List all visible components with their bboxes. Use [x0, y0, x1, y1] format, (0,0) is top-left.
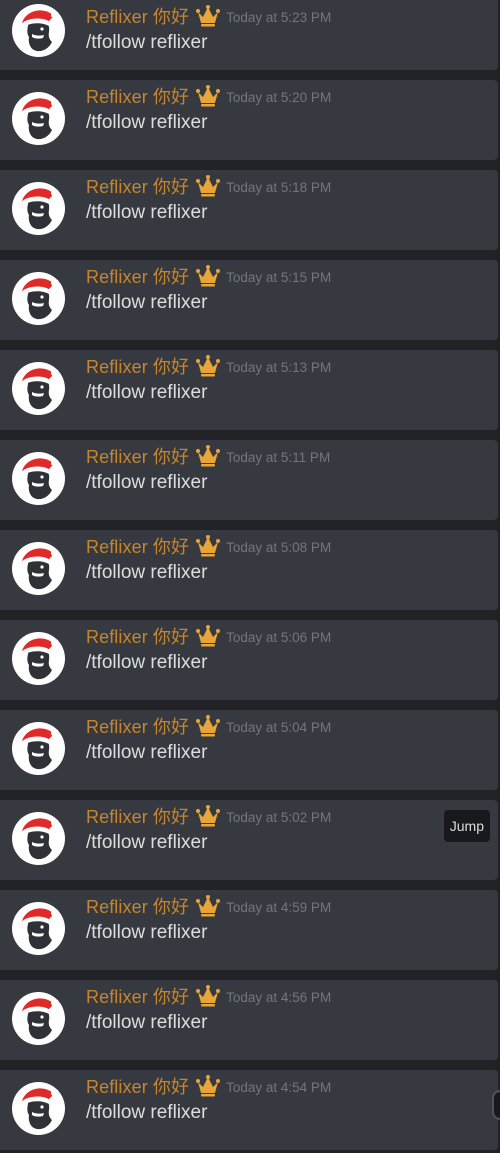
crown-icon [195, 895, 221, 917]
message-item[interactable]: Reflixer 你好 Today at 4:56 PM /tfollow re… [0, 980, 498, 1060]
timestamp: Today at 5:15 PM [226, 269, 332, 285]
message-content: /tfollow reflixer [86, 472, 208, 493]
message-header: Reflixer 你好 Today at 5:20 PM [86, 84, 331, 108]
username[interactable]: Reflixer 你好 [86, 353, 189, 379]
message-header: Reflixer 你好 Today at 5:04 PM [86, 714, 331, 738]
message-header: Reflixer 你好 Today at 5:18 PM [86, 174, 331, 198]
message-header: Reflixer 你好 Today at 4:54 PM [86, 1074, 331, 1098]
username[interactable]: Reflixer 你好 [86, 443, 189, 469]
avatar[interactable] [12, 992, 65, 1045]
timestamp: Today at 5:08 PM [226, 539, 332, 555]
avatar[interactable] [12, 722, 65, 775]
message-content: /tfollow reflixer [86, 112, 208, 133]
timestamp: Today at 5:23 PM [226, 9, 332, 25]
message-item[interactable]: Reflixer 你好 Today at 5:20 PM /tfollow re… [0, 80, 498, 160]
username[interactable]: Reflixer 你好 [86, 173, 189, 199]
username[interactable]: Reflixer 你好 [86, 623, 189, 649]
timestamp: Today at 5:02 PM [226, 809, 332, 825]
message-content: /tfollow reflixer [86, 562, 208, 583]
crown-icon [195, 805, 221, 827]
message-header: Reflixer 你好 Today at 5:06 PM [86, 624, 331, 648]
username[interactable]: Reflixer 你好 [86, 713, 189, 739]
message-content: /tfollow reflixer [86, 652, 208, 673]
message-content: /tfollow reflixer [86, 202, 208, 223]
username[interactable]: Reflixer 你好 [86, 263, 189, 289]
avatar[interactable] [12, 92, 65, 145]
message-header: Reflixer 你好 Today at 5:08 PM [86, 534, 331, 558]
timestamp: Today at 5:06 PM [226, 629, 332, 645]
username[interactable]: Reflixer 你好 [86, 83, 189, 109]
message-content: /tfollow reflixer [86, 382, 208, 403]
crown-icon [195, 265, 221, 287]
message-header: Reflixer 你好 Today at 5:13 PM [86, 354, 331, 378]
message-header: Reflixer 你好 Today at 4:59 PM [86, 894, 331, 918]
avatar[interactable] [12, 812, 65, 865]
username[interactable]: Reflixer 你好 [86, 803, 189, 829]
message-header: Reflixer 你好 Today at 4:56 PM [86, 984, 331, 1008]
avatar[interactable] [12, 452, 65, 505]
username[interactable]: Reflixer 你好 [86, 983, 189, 1009]
username[interactable]: Reflixer 你好 [86, 533, 189, 559]
avatar[interactable] [12, 182, 65, 235]
timestamp: Today at 4:54 PM [226, 1079, 332, 1095]
message-content: /tfollow reflixer [86, 32, 208, 53]
timestamp: Today at 5:20 PM [226, 89, 332, 105]
message-header: Reflixer 你好 Today at 5:15 PM [86, 264, 331, 288]
message-content: /tfollow reflixer [86, 832, 208, 853]
crown-icon [195, 625, 221, 647]
scroll-to-bottom-button[interactable] [492, 1090, 500, 1120]
avatar[interactable] [12, 272, 65, 325]
message-item[interactable]: Reflixer 你好 Today at 5:02 PM /tfollow re… [0, 800, 498, 880]
timestamp: Today at 5:04 PM [226, 719, 332, 735]
timestamp: Today at 4:56 PM [226, 989, 332, 1005]
message-item[interactable]: Reflixer 你好 Today at 4:59 PM /tfollow re… [0, 890, 498, 970]
crown-icon [195, 715, 221, 737]
message-header: Reflixer 你好 Today at 5:11 PM [86, 444, 330, 468]
message-item[interactable]: Reflixer 你好 Today at 5:15 PM /tfollow re… [0, 260, 498, 340]
message-content: /tfollow reflixer [86, 922, 208, 943]
username[interactable]: Reflixer 你好 [86, 3, 189, 29]
username[interactable]: Reflixer 你好 [86, 1073, 189, 1099]
timestamp: Today at 5:11 PM [226, 449, 331, 465]
jump-button[interactable]: Jump [443, 810, 490, 842]
crown-icon [195, 85, 221, 107]
message-item[interactable]: Reflixer 你好 Today at 5:13 PM /tfollow re… [0, 350, 498, 430]
timestamp: Today at 5:18 PM [226, 179, 332, 195]
timestamp: Today at 5:13 PM [226, 359, 332, 375]
message-item[interactable]: Reflixer 你好 Today at 5:06 PM /tfollow re… [0, 620, 498, 700]
timestamp: Today at 4:59 PM [226, 899, 332, 915]
crown-icon [195, 445, 221, 467]
message-content: /tfollow reflixer [86, 742, 208, 763]
message-content: /tfollow reflixer [86, 292, 208, 313]
message-item[interactable]: Reflixer 你好 Today at 5:04 PM /tfollow re… [0, 710, 498, 790]
crown-icon [195, 175, 221, 197]
crown-icon [195, 355, 221, 377]
message-item[interactable]: Reflixer 你好 Today at 4:54 PM /tfollow re… [0, 1070, 498, 1150]
message-content: /tfollow reflixer [86, 1102, 208, 1123]
avatar[interactable] [12, 542, 65, 595]
crown-icon [195, 985, 221, 1007]
username[interactable]: Reflixer 你好 [86, 893, 189, 919]
avatar[interactable] [12, 4, 65, 57]
message-item[interactable]: Reflixer 你好 Today at 5:18 PM /tfollow re… [0, 170, 498, 250]
avatar[interactable] [12, 1082, 65, 1135]
message-header: Reflixer 你好 Today at 5:02 PM [86, 804, 331, 828]
message-content: /tfollow reflixer [86, 1012, 208, 1033]
message-item[interactable]: Reflixer 你好 Today at 5:23 PM /tfollow re… [0, 0, 498, 70]
avatar[interactable] [12, 362, 65, 415]
message-item[interactable]: Reflixer 你好 Today at 5:11 PM /tfollow re… [0, 440, 498, 520]
message-header: Reflixer 你好 Today at 5:23 PM [86, 4, 331, 28]
crown-icon [195, 1075, 221, 1097]
crown-icon [195, 5, 221, 27]
message-item[interactable]: Reflixer 你好 Today at 5:08 PM /tfollow re… [0, 530, 498, 610]
message-list: Reflixer 你好 Today at 5:23 PM /tfollow re… [0, 0, 500, 1153]
avatar[interactable] [12, 632, 65, 685]
avatar[interactable] [12, 902, 65, 955]
crown-icon [195, 535, 221, 557]
